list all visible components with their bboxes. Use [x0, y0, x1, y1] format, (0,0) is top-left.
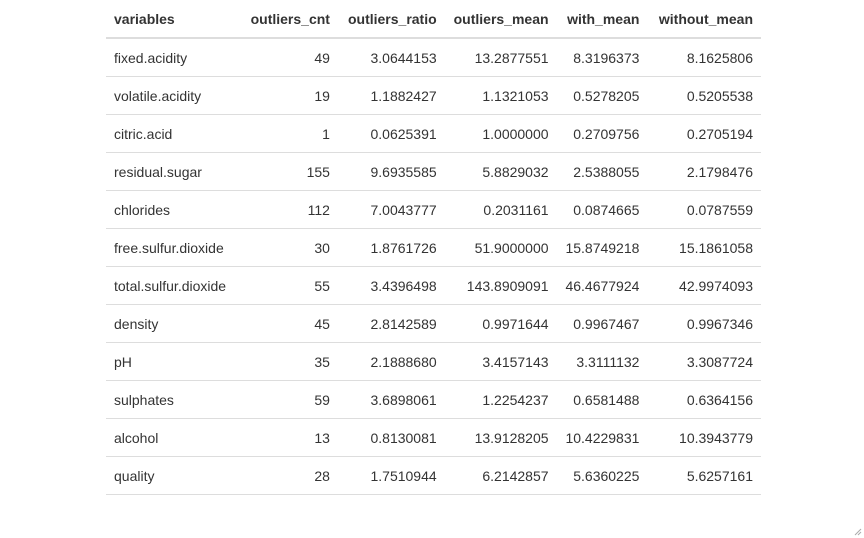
cell-with-mean: 46.4677924	[556, 266, 648, 305]
cell-outliers-ratio: 9.6935585	[337, 152, 445, 191]
cell-with-mean: 0.0874665	[556, 190, 648, 229]
column-header-with-mean: with_mean	[556, 0, 648, 39]
cell-without-mean: 42.9974093	[647, 266, 761, 305]
cell-with-mean: 5.6360225	[556, 456, 648, 495]
cell-outliers-mean: 51.9000000	[444, 228, 557, 267]
cell-outliers-cnt: 19	[234, 76, 338, 115]
cell-variable: sulphates	[106, 380, 235, 419]
cell-outliers-ratio: 3.0644153	[337, 38, 445, 77]
cell-outliers-cnt: 28	[234, 456, 338, 495]
cell-outliers-cnt: 13	[234, 418, 338, 457]
cell-variable: density	[106, 304, 235, 343]
cell-variable: volatile.acidity	[106, 76, 235, 115]
cell-variable: free.sulfur.dioxide	[106, 228, 235, 267]
table-row: volatile.acidity 19 1.1882427 1.1321053 …	[106, 76, 761, 115]
cell-outliers-mean: 3.4157143	[444, 342, 557, 381]
cell-outliers-cnt: 30	[234, 228, 338, 267]
table-header: variables outliers_cnt outliers_ratio ou…	[106, 0, 761, 39]
table-row: free.sulfur.dioxide 30 1.8761726 51.9000…	[106, 228, 761, 267]
resize-grip-icon[interactable]	[854, 528, 862, 536]
cell-outliers-ratio: 7.0043777	[337, 190, 445, 229]
table-row: fixed.acidity 49 3.0644153 13.2877551 8.…	[106, 38, 761, 77]
cell-without-mean: 0.6364156	[647, 380, 761, 419]
cell-outliers-cnt: 35	[234, 342, 338, 381]
cell-variable: quality	[106, 456, 235, 495]
column-header-variables: variables	[106, 0, 235, 39]
cell-outliers-mean: 1.0000000	[444, 114, 557, 153]
cell-outliers-mean: 0.2031161	[444, 190, 557, 229]
cell-without-mean: 3.3087724	[647, 342, 761, 381]
cell-with-mean: 8.3196373	[556, 38, 648, 77]
cell-outliers-mean: 0.9971644	[444, 304, 557, 343]
table-row: total.sulfur.dioxide 55 3.4396498 143.89…	[106, 266, 761, 305]
table-body: fixed.acidity 49 3.0644153 13.2877551 8.…	[106, 38, 761, 495]
cell-outliers-mean: 143.8909091	[444, 266, 557, 305]
cell-without-mean: 0.5205538	[647, 76, 761, 115]
cell-outliers-cnt: 1	[234, 114, 338, 153]
cell-outliers-cnt: 59	[234, 380, 338, 419]
cell-with-mean: 15.8749218	[556, 228, 648, 267]
cell-outliers-cnt: 55	[234, 266, 338, 305]
cell-without-mean: 10.3943779	[647, 418, 761, 457]
cell-outliers-ratio: 0.8130081	[337, 418, 445, 457]
cell-variable: fixed.acidity	[106, 38, 235, 77]
cell-variable: total.sulfur.dioxide	[106, 266, 235, 305]
table-row: quality 28 1.7510944 6.2142857 5.6360225…	[106, 456, 761, 495]
cell-without-mean: 0.2705194	[647, 114, 761, 153]
cell-variable: pH	[106, 342, 235, 381]
cell-variable: citric.acid	[106, 114, 235, 153]
cell-outliers-mean: 13.9128205	[444, 418, 557, 457]
table-row: chlorides 112 7.0043777 0.2031161 0.0874…	[106, 190, 761, 229]
header-row: variables outliers_cnt outliers_ratio ou…	[106, 0, 761, 39]
table-row: alcohol 13 0.8130081 13.9128205 10.42298…	[106, 418, 761, 457]
cell-outliers-ratio: 1.7510944	[337, 456, 445, 495]
cell-without-mean: 2.1798476	[647, 152, 761, 191]
cell-outliers-ratio: 2.1888680	[337, 342, 445, 381]
cell-with-mean: 0.5278205	[556, 76, 648, 115]
cell-with-mean: 3.3111132	[556, 342, 648, 381]
cell-with-mean: 0.6581488	[556, 380, 648, 419]
cell-without-mean: 0.9967346	[647, 304, 761, 343]
cell-with-mean: 0.2709756	[556, 114, 648, 153]
cell-outliers-mean: 1.1321053	[444, 76, 557, 115]
cell-without-mean: 5.6257161	[647, 456, 761, 495]
cell-without-mean: 8.1625806	[647, 38, 761, 77]
cell-outliers-mean: 5.8829032	[444, 152, 557, 191]
cell-outliers-mean: 13.2877551	[444, 38, 557, 77]
column-header-outliers-mean: outliers_mean	[444, 0, 557, 39]
cell-with-mean: 0.9967467	[556, 304, 648, 343]
cell-without-mean: 15.1861058	[647, 228, 761, 267]
cell-variable: chlorides	[106, 190, 235, 229]
cell-variable: residual.sugar	[106, 152, 235, 191]
cell-outliers-ratio: 0.0625391	[337, 114, 445, 153]
column-header-outliers-cnt: outliers_cnt	[234, 0, 338, 39]
cell-outliers-mean: 6.2142857	[444, 456, 557, 495]
cell-outliers-ratio: 1.8761726	[337, 228, 445, 267]
table-row: density 45 2.8142589 0.9971644 0.9967467…	[106, 304, 761, 343]
cell-variable: alcohol	[106, 418, 235, 457]
cell-outliers-ratio: 2.8142589	[337, 304, 445, 343]
cell-outliers-cnt: 49	[234, 38, 338, 77]
outliers-table-container: variables outliers_cnt outliers_ratio ou…	[106, 0, 761, 495]
column-header-without-mean: without_mean	[647, 0, 761, 39]
table-row: residual.sugar 155 9.6935585 5.8829032 2…	[106, 152, 761, 191]
table-row: sulphates 59 3.6898061 1.2254237 0.65814…	[106, 380, 761, 419]
cell-outliers-ratio: 3.4396498	[337, 266, 445, 305]
cell-outliers-cnt: 45	[234, 304, 338, 343]
cell-outliers-mean: 1.2254237	[444, 380, 557, 419]
cell-outliers-ratio: 1.1882427	[337, 76, 445, 115]
table-row: citric.acid 1 0.0625391 1.0000000 0.2709…	[106, 114, 761, 153]
table-row: pH 35 2.1888680 3.4157143 3.3111132 3.30…	[106, 342, 761, 381]
cell-with-mean: 2.5388055	[556, 152, 648, 191]
column-header-outliers-ratio: outliers_ratio	[337, 0, 445, 39]
cell-outliers-ratio: 3.6898061	[337, 380, 445, 419]
cell-outliers-cnt: 112	[234, 190, 338, 229]
cell-outliers-cnt: 155	[234, 152, 338, 191]
outliers-table: variables outliers_cnt outliers_ratio ou…	[106, 0, 761, 495]
cell-without-mean: 0.0787559	[647, 190, 761, 229]
cell-with-mean: 10.4229831	[556, 418, 648, 457]
